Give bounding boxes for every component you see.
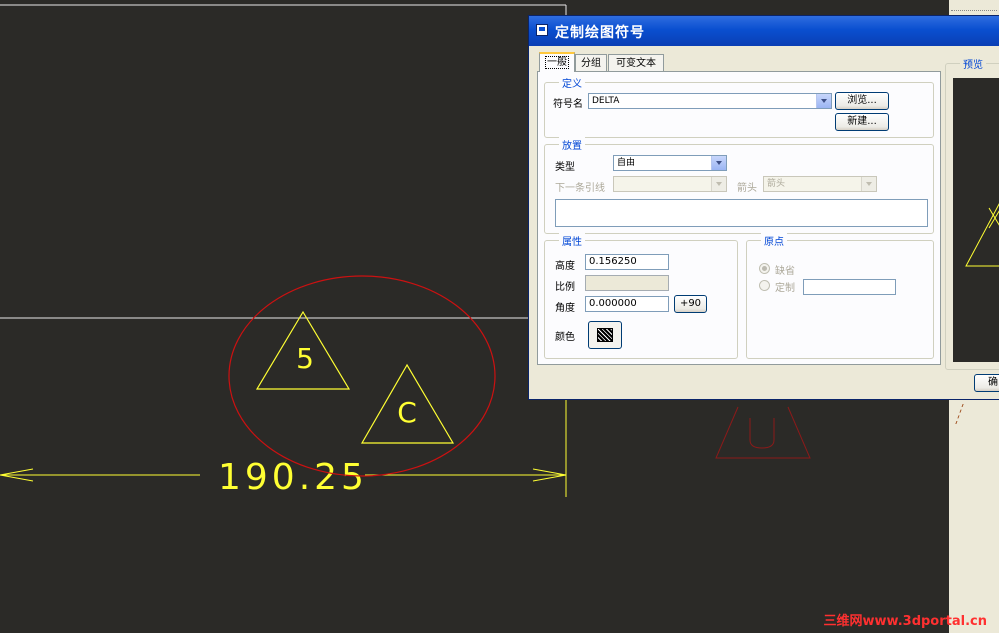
origin-custom-field[interactable] [803,279,896,295]
origin-custom-radio[interactable] [759,280,770,291]
watermark: 三维网www.3dportal.cn [823,614,987,629]
delta-symbol-5[interactable]: 5 [255,310,351,390]
color-pattern-icon [597,328,613,342]
attributes-group-label: 属性 [559,233,585,248]
arrow-combo: 箭头 [763,176,877,192]
strip-divider [951,0,997,11]
ghost-triangle [715,406,811,459]
tab-general[interactable]: 一般 [539,52,575,72]
new-button[interactable]: 新建... [835,113,889,131]
definition-group: 定义 符号名 DELTA 浏览... 新建... [544,75,934,138]
highlight-ellipse [228,275,496,477]
placement-group: 放置 类型 自由 下一条引线 箭头 箭头 [544,137,934,234]
delta-symbol-c[interactable]: C [360,363,455,444]
tab-variable-text[interactable]: 可变文本 [608,54,664,71]
origin-group-label: 原点 [761,233,787,248]
origin-default-radio[interactable] [759,263,770,274]
preview-glyph [988,207,999,229]
origin-custom-label: 定制 [775,283,795,294]
chevron-down-icon [861,177,876,191]
strip-mark [955,404,968,424]
tab-grouping[interactable]: 分组 [575,54,607,71]
custom-symbol-dialog: 定制绘图符号 一般 分组 可变文本 定义 符号名 DELTA 浏览... 新建.… [528,15,999,400]
origin-group: 原点 缺省 定制 [746,233,934,359]
dimension-value[interactable]: 190.25 [218,457,368,498]
scale-field [585,275,669,291]
ok-button[interactable]: 确 [974,374,999,392]
arrow-label: 箭头 [737,183,757,194]
chevron-down-icon[interactable] [816,94,831,108]
preview-triangle [965,203,999,267]
symbol-label: C [397,396,417,429]
preview-group: 预览 [945,56,999,370]
color-swatch-button[interactable] [588,321,622,349]
ghost-symbol [715,406,811,459]
symbol-name-label: 符号名 [553,99,583,110]
symbol-name-value: DELTA [592,96,620,106]
window-icon [536,24,548,36]
next-leader-combo [613,176,727,192]
ghost-u-glyph [749,418,775,449]
type-label: 类型 [555,162,575,173]
placement-text-area[interactable] [555,199,928,227]
color-label: 颜色 [555,332,575,343]
tab-panel-general: 定义 符号名 DELTA 浏览... 新建... 放置 类型 自由 下一条引线 … [537,71,941,365]
height-label: 高度 [555,261,575,272]
placement-group-label: 放置 [559,137,585,152]
type-value: 自由 [617,158,636,168]
height-field[interactable]: 0.156250 [585,254,669,270]
rotate-90-button[interactable]: +90 [674,295,707,313]
definition-group-label: 定义 [559,75,585,90]
chevron-down-icon[interactable] [711,156,726,170]
scale-label: 比例 [555,282,575,293]
dimension[interactable]: 190.25 [0,400,567,498]
angle-label: 角度 [555,303,575,314]
arrow-value: 箭头 [767,179,786,189]
next-leader-label: 下一条引线 [555,183,605,194]
tab-general-label: 一般 [545,56,569,69]
chevron-down-icon [711,177,726,191]
type-combo[interactable]: 自由 [613,155,727,171]
angle-field[interactable]: 0.000000 [585,296,669,312]
preview-canvas [953,78,999,362]
attributes-group: 属性 高度 0.156250 比例 角度 0.000000 +90 颜色 [544,233,738,359]
origin-default-label: 缺省 [775,266,795,277]
browse-button[interactable]: 浏览... [835,92,889,110]
preview-group-label: 预览 [960,56,986,71]
dialog-titlebar[interactable]: 定制绘图符号 [529,16,999,46]
symbol-name-combo[interactable]: DELTA [588,93,832,109]
dialog-title: 定制绘图符号 [555,25,645,41]
symbol-label: 5 [296,342,314,375]
preview-symbol [965,203,999,267]
